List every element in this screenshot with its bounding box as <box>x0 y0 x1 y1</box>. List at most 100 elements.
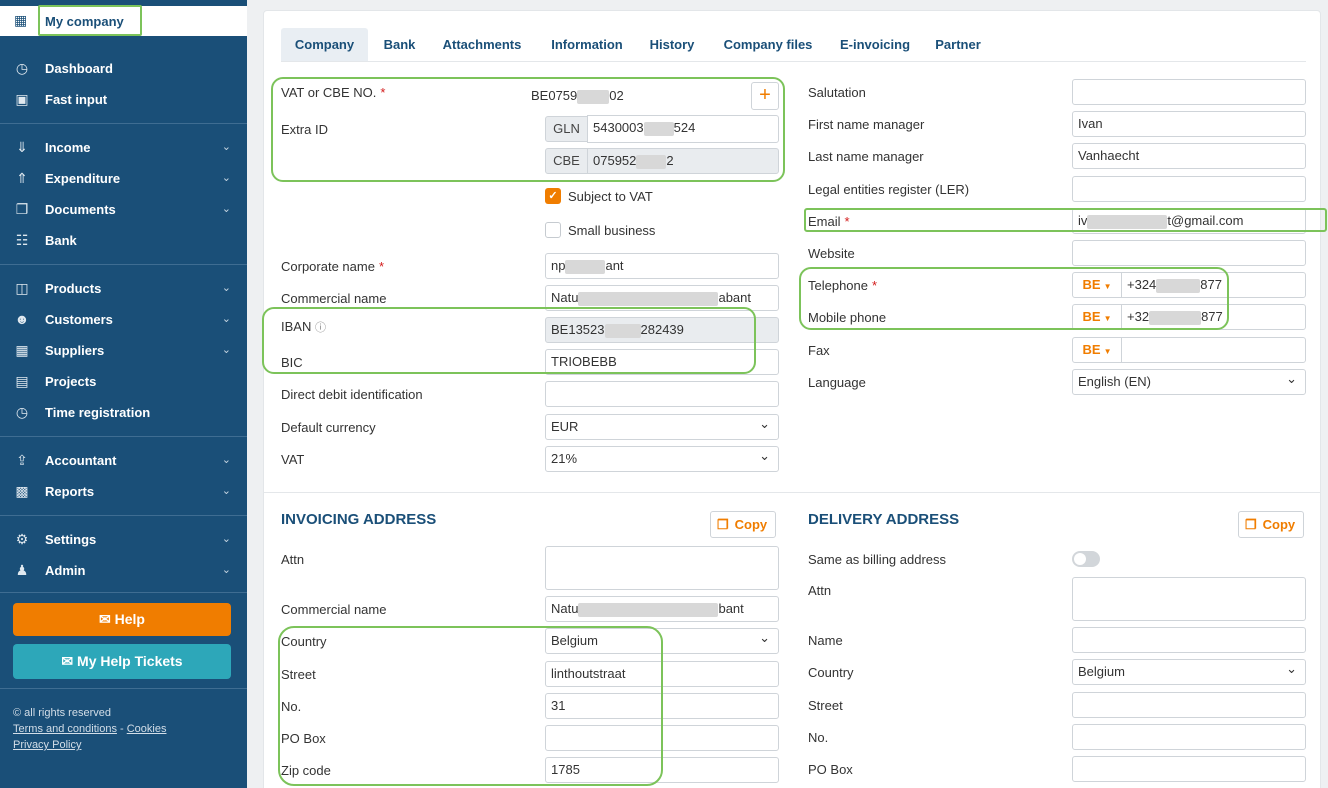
tab-e-invoicing[interactable]: E-invoicing <box>835 28 915 61</box>
invoicing-commercial-input[interactable]: Natu bant <box>545 596 779 622</box>
mobile-input[interactable]: +32 877 <box>1121 304 1306 330</box>
invoicing-zip-label: Zip code <box>281 763 331 778</box>
telephone-label: Telephone * <box>808 278 878 293</box>
info-icon: ⓘ <box>314 322 326 334</box>
gears-icon: ⚙ <box>15 531 29 547</box>
invoicing-zip-input[interactable]: 1785 <box>545 757 779 783</box>
telephone-country-dropdown[interactable]: BE ▼ <box>1072 272 1122 298</box>
invoicing-no-input[interactable]: 31 <box>545 693 779 719</box>
sidebar-item-fast-input[interactable]: ▣ Fast input <box>0 85 247 113</box>
vat-value: BE0759 02 <box>531 88 624 104</box>
gln-input[interactable]: 5430003 524 <box>587 115 779 143</box>
sidebar-item-my-company[interactable]: ▦ My company <box>0 6 247 36</box>
sidebar-item-projects[interactable]: ▤ Projects <box>0 367 247 395</box>
bic-input[interactable]: TRIOBEBB <box>545 349 779 375</box>
direct-debit-input[interactable] <box>545 381 779 407</box>
terms-link[interactable]: Terms and conditions <box>13 723 117 735</box>
last-name-label: Last name manager <box>808 149 924 164</box>
delivery-name-label: Name <box>808 633 843 648</box>
sidebar-item-expenditure[interactable]: ⇑ Expenditure ⌄ <box>0 164 247 192</box>
sidebar-item-dashboard[interactable]: ◷ Dashboard <box>0 54 247 82</box>
delivery-street-input[interactable] <box>1072 692 1306 718</box>
currency-select[interactable]: EUR <box>545 414 779 440</box>
help-tickets-button[interactable]: ✉ My Help Tickets <box>13 644 231 679</box>
delivery-attn-label: Attn <box>808 583 832 598</box>
mobile-country-dropdown[interactable]: BE ▼ <box>1072 304 1122 330</box>
last-name-input[interactable]: Vanhaecht <box>1072 143 1306 169</box>
delivery-no-input[interactable] <box>1072 724 1306 750</box>
sidebar-item-suppliers[interactable]: ▦ Suppliers ⌄ <box>0 336 247 364</box>
corporate-name-input[interactable]: np ant <box>545 253 779 279</box>
website-input[interactable] <box>1072 240 1306 266</box>
sidebar-item-accountant[interactable]: ⇪ Accountant ⌄ <box>0 446 247 474</box>
help-button[interactable]: ✉ Help <box>13 603 231 636</box>
same-as-billing-toggle[interactable] <box>1072 551 1100 567</box>
subject-vat-checkbox[interactable]: ✓ <box>545 188 561 204</box>
delivery-copy-button[interactable]: ❐ Copy <box>1238 511 1305 538</box>
sidebar-divider <box>0 436 247 437</box>
legal-footer: © all rights reserved Terms and conditio… <box>13 705 166 753</box>
tab-company[interactable]: Company <box>281 28 368 61</box>
sidebar-item-admin[interactable]: ♟ Admin ⌄ <box>0 556 247 584</box>
iban-input: BE13523 282439 <box>545 317 779 343</box>
invoicing-pobox-input[interactable] <box>545 725 779 751</box>
box-icon: ◫ <box>15 280 29 296</box>
sidebar-item-time-registration[interactable]: ◷ Time registration <box>0 398 247 426</box>
sidebar-item-label: Projects <box>45 374 97 389</box>
small-business-checkbox[interactable] <box>545 222 561 238</box>
clock-icon: ◷ <box>15 404 29 420</box>
cbe-input: 075952 2 <box>587 148 779 174</box>
invoicing-copy-button[interactable]: ❐ Copy <box>710 511 777 538</box>
invoicing-street-input[interactable]: linthoutstraat <box>545 661 779 687</box>
upload-icon: ⇪ <box>16 452 28 468</box>
sidebar-item-settings[interactable]: ⚙ Settings ⌄ <box>0 525 247 553</box>
delivery-country-select[interactable]: Belgium <box>1072 659 1306 685</box>
tab-history[interactable]: History <box>647 28 697 61</box>
delivery-pobox-label: PO Box <box>808 762 853 777</box>
bank-icon: ☷ <box>15 232 29 248</box>
invoicing-commercial-label: Commercial name <box>281 602 387 617</box>
sidebar-item-products[interactable]: ◫ Products ⌄ <box>0 274 247 302</box>
tab-information[interactable]: Information <box>545 28 629 61</box>
cookies-link[interactable]: Cookies <box>127 723 167 735</box>
delivery-attn-textarea[interactable] <box>1072 577 1306 621</box>
company-form-card: Company Bank Attachments Information His… <box>263 10 1321 788</box>
sidebar-divider <box>0 515 247 516</box>
invoicing-attn-textarea[interactable] <box>545 546 779 590</box>
ler-input[interactable] <box>1072 176 1306 202</box>
dashboard-gauge-icon: ◷ <box>15 60 29 76</box>
telephone-input[interactable]: +324 877 <box>1121 272 1306 298</box>
vat-rate-select[interactable]: 21% <box>545 446 779 472</box>
invoicing-country-select[interactable]: Belgium <box>545 628 779 654</box>
tab-attachments[interactable]: Attachments <box>439 28 525 61</box>
add-button[interactable]: + <box>751 82 779 110</box>
delivery-pobox-input[interactable] <box>1072 756 1306 782</box>
first-name-input[interactable]: Ivan <box>1072 111 1306 137</box>
delivery-address-title: DELIVERY ADDRESS <box>808 511 960 528</box>
vat-label: VAT or CBE NO. * <box>281 85 386 100</box>
fax-input[interactable] <box>1121 337 1306 363</box>
commercial-name-input[interactable]: Natu abant <box>545 285 779 311</box>
sidebar-item-label: Reports <box>45 484 95 499</box>
mobile-label: Mobile phone <box>808 310 887 325</box>
sidebar-item-documents[interactable]: ❐ Documents ⌄ <box>0 195 247 223</box>
tab-partner[interactable]: Partner <box>933 28 983 61</box>
sidebar-item-reports[interactable]: ▩ Reports ⌄ <box>0 477 247 505</box>
sidebar-item-income[interactable]: ⇓ Income ⌄ <box>0 133 247 161</box>
commercial-name-label: Commercial name <box>281 291 387 306</box>
tab-bank[interactable]: Bank <box>377 28 422 61</box>
tab-company-files[interactable]: Company files <box>721 28 815 61</box>
email-label: Email * <box>808 214 850 229</box>
fax-country-dropdown[interactable]: BE ▼ <box>1072 337 1122 363</box>
iban-label: IBAN ⓘ <box>281 319 326 334</box>
sidebar-item-bank[interactable]: ☷ Bank <box>0 226 247 254</box>
email-input[interactable]: iv t@gmail.com <box>1072 208 1306 234</box>
delivery-name-input[interactable] <box>1072 627 1306 653</box>
delivery-country-label: Country <box>808 665 854 680</box>
salutation-input[interactable] <box>1072 79 1306 105</box>
privacy-link[interactable]: Privacy Policy <box>13 739 81 751</box>
language-select[interactable]: English (EN) <box>1072 369 1306 395</box>
copy-icon: ❐ <box>1245 517 1257 532</box>
sidebar-item-label: Fast input <box>45 92 108 107</box>
sidebar-item-customers[interactable]: ☻ Customers ⌄ <box>0 305 247 333</box>
